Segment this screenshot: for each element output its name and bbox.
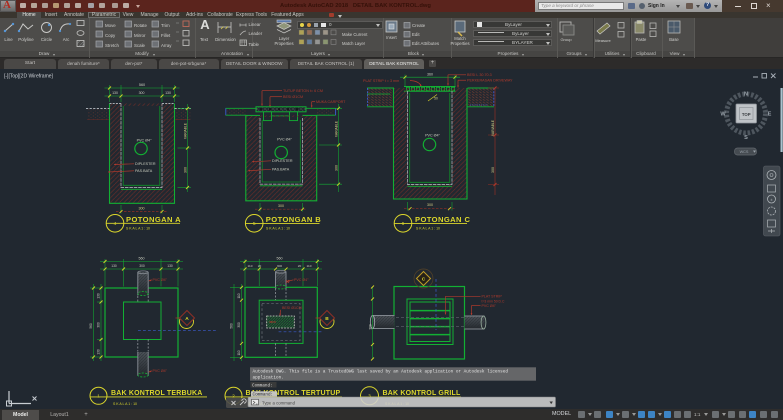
svg-text:VARIABLE: VARIABLE	[183, 122, 187, 139]
svg-text:PVC Ø4": PVC Ø4"	[482, 304, 497, 308]
svg-text:300: 300	[139, 264, 145, 268]
svg-text:PERKERASAN DRIVEWAY: PERKERASAN DRIVEWAY	[467, 79, 513, 83]
svg-text:130: 130	[165, 91, 171, 95]
svg-text:110: 110	[307, 264, 312, 268]
svg-text:110: 110	[248, 264, 253, 268]
svg-text:110: 110	[237, 350, 241, 355]
svg-text:4: 4	[114, 221, 117, 227]
svg-text:BESI Ø1CM: BESI Ø1CM	[283, 95, 303, 99]
svg-text:PLAT STRIP t = 3 mm: PLAT STRIP t = 3 mm	[363, 79, 399, 83]
svg-text:300: 300	[139, 91, 145, 95]
svg-text:130: 130	[112, 91, 118, 95]
svg-text:POTONGAN A: POTONGAN A	[126, 215, 181, 224]
svg-text:S K A L A 1 : 10: S K A L A 1 : 10	[416, 227, 440, 231]
svg-text:A: A	[185, 316, 189, 322]
svg-text:PVC Ø4": PVC Ø4"	[425, 134, 441, 138]
svg-text:1: 1	[97, 394, 100, 400]
svg-text:PVC Ø4": PVC Ø4"	[153, 369, 168, 373]
svg-text:Autodesk DWG. This file is a: Autodesk DWG. This file is a TrustedDWG …	[253, 369, 509, 374]
svg-text:PLAT STRIP: PLAT STRIP	[482, 295, 503, 299]
svg-text:300: 300	[277, 264, 282, 268]
svg-text:BAK KONTROL GRILL: BAK KONTROL GRILL	[383, 390, 461, 397]
svg-text:130: 130	[111, 264, 117, 268]
svg-text:DIPLESTER: DIPLESTER	[135, 162, 156, 166]
svg-text:POTONGAN C: POTONGAN C	[415, 215, 470, 224]
svg-text:300: 300	[183, 167, 187, 173]
svg-text:Type a command: Type a command	[262, 401, 296, 406]
svg-text:C: C	[422, 277, 426, 283]
svg-text:6: 6	[402, 221, 405, 227]
svg-text:560: 560	[230, 323, 234, 329]
svg-text:130: 130	[167, 264, 173, 268]
svg-text:PAS.BATA: PAS.BATA	[272, 168, 290, 172]
svg-text:300: 300	[491, 167, 495, 173]
svg-text:VARIABLE: VARIABLE	[491, 119, 495, 136]
svg-text:S K A L A 1 : 10: S K A L A 1 : 10	[113, 402, 137, 406]
svg-text:VARIABLE: VARIABLE	[334, 120, 338, 137]
svg-text:[-][Top][2D Wireframe]: [-][Top][2D Wireframe]	[4, 74, 54, 80]
svg-text:PVC Ø4": PVC Ø4"	[137, 139, 153, 143]
svg-text:POTONGAN B: POTONGAN B	[266, 215, 321, 224]
svg-text:300: 300	[139, 206, 145, 210]
svg-text:560: 560	[139, 257, 145, 261]
svg-text:N: N	[744, 92, 748, 98]
svg-text:BAK KONTROL TERBUKA: BAK KONTROL TERBUKA	[111, 390, 203, 397]
svg-text:130: 130	[97, 293, 101, 299]
svg-text:S: S	[744, 135, 748, 141]
svg-text:DIPLESTER: DIPLESTER	[272, 159, 293, 163]
svg-text:20: 20	[298, 264, 302, 268]
svg-text:TUTUP BETON t= 6 CM: TUTUP BETON t= 6 CM	[283, 89, 323, 93]
svg-text:5: 5	[253, 221, 256, 227]
svg-text:PAS.BATA: PAS.BATA	[135, 169, 153, 173]
svg-text:50: 50	[434, 97, 438, 101]
svg-text:W: W	[720, 112, 726, 118]
svg-text:PVC Ø4": PVC Ø4"	[277, 138, 293, 142]
svg-text:TOP: TOP	[742, 112, 751, 117]
svg-text:BESI Ø1CM: BESI Ø1CM	[282, 306, 302, 310]
svg-text:560: 560	[277, 257, 283, 261]
svg-text:300: 300	[97, 322, 101, 328]
svg-text:300: 300	[334, 165, 338, 171]
svg-text:300: 300	[237, 322, 241, 328]
svg-text:S K A L A 1 : 10: S K A L A 1 : 10	[126, 227, 150, 231]
svg-text:S K A L A 1 : 10: S K A L A 1 : 10	[266, 227, 290, 231]
svg-text:360: 360	[427, 73, 433, 77]
svg-text:application.: application.	[253, 375, 284, 380]
svg-text:560: 560	[139, 83, 145, 87]
svg-text:PVC Ø4": PVC Ø4"	[294, 278, 309, 282]
svg-text:300: 300	[278, 204, 284, 208]
svg-text:130: 130	[97, 349, 101, 355]
svg-text:Command:: Command:	[252, 384, 273, 389]
svg-text:20: 20	[258, 264, 262, 268]
svg-text:t=3 mm 50 D.C: t=3 mm 50 D.C	[482, 299, 505, 303]
svg-text:E: E	[768, 112, 772, 118]
svg-text:300: 300	[427, 203, 433, 207]
svg-text:300: 300	[368, 324, 372, 330]
svg-text:BESI L 30.70.3: BESI L 30.70.3	[467, 73, 492, 77]
svg-text:110: 110	[237, 293, 241, 298]
svg-text:B: B	[325, 316, 329, 322]
svg-text:MUKA CARPORT: MUKA CARPORT	[316, 100, 346, 104]
svg-text:560: 560	[89, 323, 93, 329]
svg-text:PVC Ø4": PVC Ø4"	[153, 278, 168, 282]
svg-text:WCS: WCS	[740, 150, 749, 154]
